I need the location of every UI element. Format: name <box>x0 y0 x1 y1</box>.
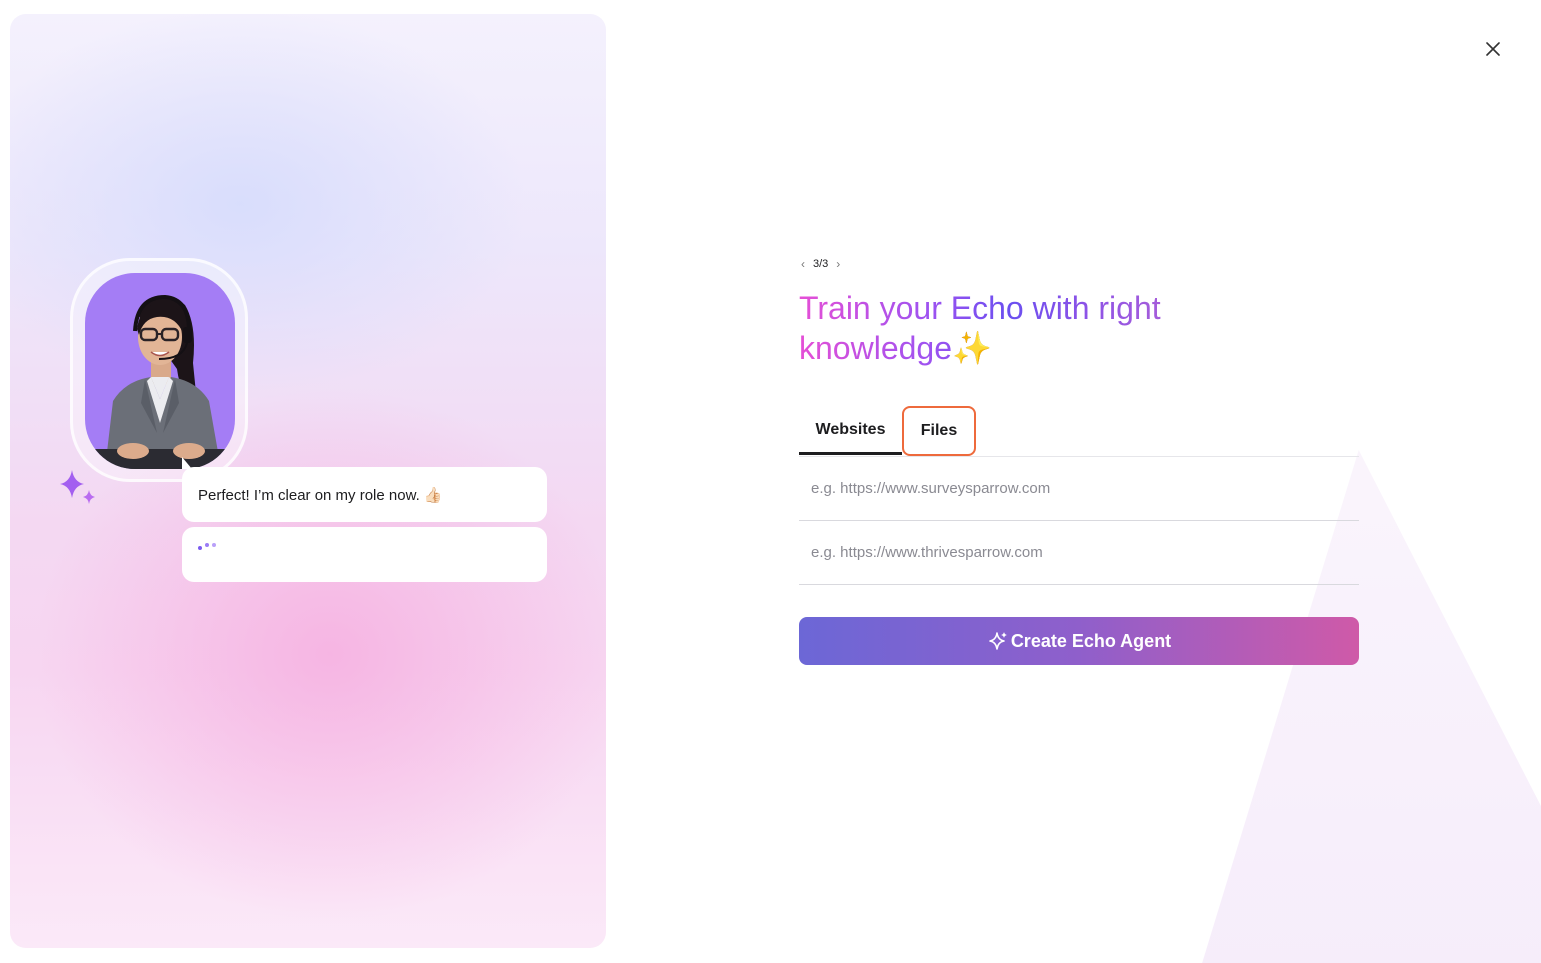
tab-files[interactable]: Files <box>902 406 976 456</box>
onboarding-modal: Perfect! I’m clear on my role now. 👍🏻 ‹ … <box>0 0 1541 963</box>
website-url-field-2[interactable] <box>799 521 1359 585</box>
typing-indicator <box>182 527 547 582</box>
agent-avatar <box>85 273 235 469</box>
step-pager: ‹ 3/3 › <box>799 250 1359 278</box>
chevron-left-icon[interactable]: ‹ <box>799 257 807 271</box>
step-indicator: 3/3 <box>813 258 829 270</box>
sparkle-icon <box>989 632 1007 650</box>
illustration-panel: Perfect! I’m clear on my role now. 👍🏻 <box>10 14 606 948</box>
page-title: Train your Echo with right knowledge✨ <box>799 288 1219 368</box>
typing-dots-icon <box>198 543 216 550</box>
create-echo-agent-label: Create Echo Agent <box>1010 630 1172 651</box>
chevron-right-icon[interactable]: › <box>834 257 842 271</box>
chat-message-text: Perfect! I’m clear on my role now. 👍🏻 <box>198 486 443 504</box>
source-tabs: Websites Files <box>799 406 1359 457</box>
avatar-frame <box>70 258 248 482</box>
sparkles-emoji: ✨ <box>952 330 992 366</box>
form-section: ‹ 3/3 › Train your Echo with right knowl… <box>799 250 1359 665</box>
tab-websites[interactable]: Websites <box>799 408 902 455</box>
tab-websites-label: Websites <box>815 421 886 438</box>
create-echo-agent-button[interactable]: Create Echo Agent <box>799 617 1359 665</box>
close-icon <box>1486 42 1500 56</box>
close-button[interactable] <box>1480 36 1506 62</box>
chat-message: Perfect! I’m clear on my role now. 👍🏻 <box>182 457 547 522</box>
agent-avatar-illustration <box>95 294 225 469</box>
website-url-field-1[interactable] <box>799 457 1359 521</box>
tab-files-label: Files <box>920 422 958 439</box>
sparkle-icon <box>60 470 95 504</box>
